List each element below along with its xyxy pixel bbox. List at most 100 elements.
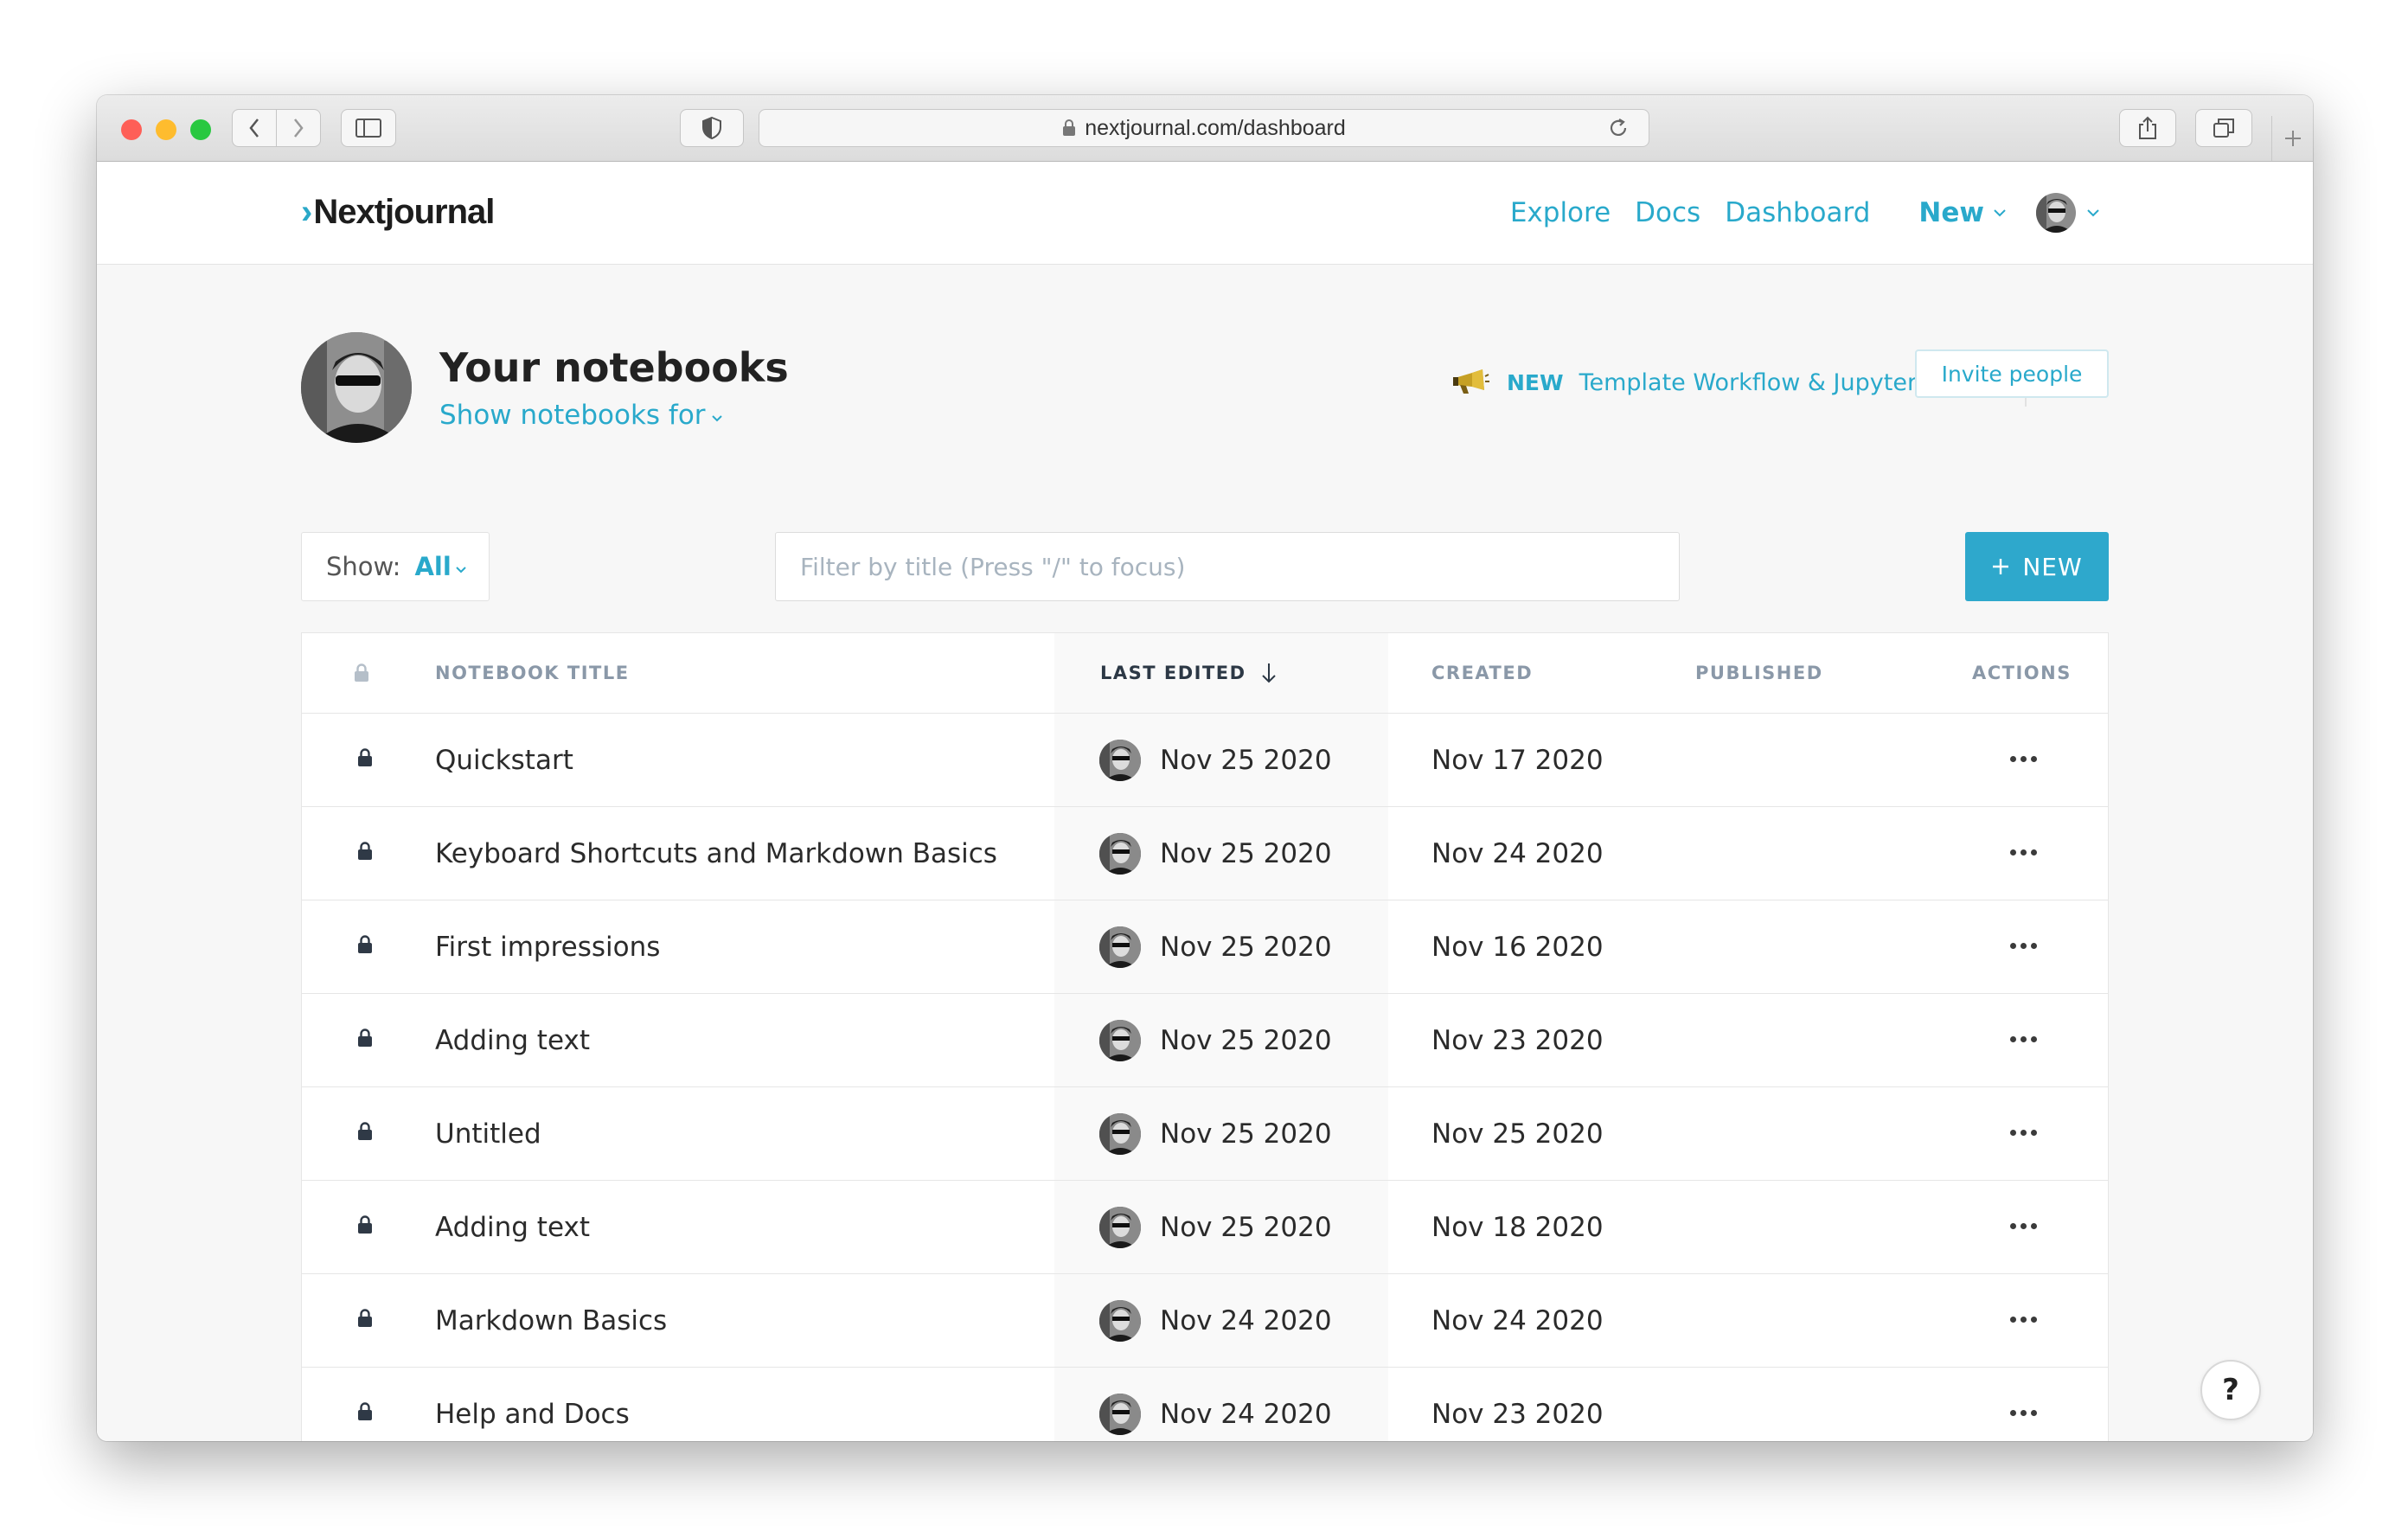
notebook-title[interactable]: Markdown Basics — [435, 1274, 667, 1367]
table-row[interactable]: Quickstart Nov 25 2020 Nov 17 2020 — [302, 714, 2108, 807]
chevron-down-icon — [2087, 209, 2099, 217]
more-actions-icon[interactable] — [2010, 1215, 2037, 1236]
created-date: Nov 23 2020 — [1431, 1024, 1604, 1056]
notebook-title[interactable]: Adding text — [435, 994, 590, 1086]
chevron-left-icon — [249, 119, 259, 138]
sidebar-icon — [355, 119, 381, 138]
url-text: nextjournal.com/dashboard — [1085, 115, 1346, 140]
new-notebook-label: NEW — [2022, 552, 2083, 581]
avatar — [301, 332, 412, 443]
address-bar[interactable]: nextjournal.com/dashboard — [759, 109, 1649, 147]
table-row[interactable]: Help and Docs Nov 24 2020 Nov 23 2020 — [302, 1368, 2108, 1441]
last-edited-date: Nov 25 2020 — [1160, 1211, 1332, 1243]
chevron-right-icon — [294, 119, 304, 138]
lock-icon — [357, 1122, 373, 1144]
new-notebook-button[interactable]: NEW — [1965, 532, 2109, 601]
nav-new-menu[interactable]: New — [1894, 197, 2007, 228]
filter-by-title-input[interactable] — [775, 532, 1680, 601]
table-row[interactable]: First impressions Nov 25 2020 Nov 16 202… — [302, 900, 2108, 994]
column-header-actions: ACTIONS — [1972, 663, 2072, 683]
nav-links: Explore Docs Dashboard New — [1486, 193, 2100, 233]
forward-button[interactable] — [276, 109, 321, 147]
column-header-title[interactable]: NOTEBOOK TITLE — [435, 633, 630, 713]
last-edited-cell: Nov 25 2020 — [1099, 714, 1332, 806]
more-actions-icon[interactable] — [2010, 935, 2037, 956]
announcement-badge: NEW — [1507, 369, 1564, 395]
notebook-title[interactable]: Untitled — [435, 1087, 541, 1180]
nav-new-label: New — [1918, 197, 1984, 228]
lock-icon — [357, 1215, 373, 1238]
page-content: › Nextjournal Explore Docs Dashboard New — [97, 162, 2313, 1441]
last-edited-cell: Nov 25 2020 — [1099, 807, 1332, 900]
close-window-button[interactable] — [121, 119, 142, 140]
avatar — [1099, 1299, 1141, 1342]
back-button[interactable] — [232, 109, 277, 147]
table-row[interactable]: Markdown Basics Nov 24 2020 Nov 24 2020 — [302, 1274, 2108, 1368]
privacy-report-button[interactable] — [680, 109, 744, 147]
notebook-title[interactable]: Keyboard Shortcuts and Markdown Basics — [435, 807, 997, 900]
brand-chevron: › — [301, 193, 312, 231]
last-edited-date: Nov 24 2020 — [1160, 1398, 1332, 1430]
avatar — [1099, 832, 1141, 875]
notebook-title[interactable]: Quickstart — [435, 714, 573, 806]
last-edited-date: Nov 25 2020 — [1160, 931, 1332, 963]
notebook-title[interactable]: First impressions — [435, 900, 660, 993]
more-actions-icon[interactable] — [2010, 1029, 2037, 1049]
plus-icon — [2285, 131, 2301, 146]
table-row[interactable]: Keyboard Shortcuts and Markdown Basics N… — [302, 807, 2108, 900]
minimize-window-button[interactable] — [156, 119, 176, 140]
table-row[interactable]: Untitled Nov 25 2020 Nov 25 2020 — [302, 1087, 2108, 1181]
lock-icon — [357, 935, 373, 958]
more-actions-icon[interactable] — [2010, 1402, 2037, 1423]
table-row[interactable]: Adding text Nov 25 2020 Nov 23 2020 — [302, 994, 2108, 1087]
table-header: NOTEBOOK TITLE LAST EDITED CREATED PUBLI… — [302, 633, 2108, 714]
new-tab-button[interactable] — [2271, 116, 2313, 161]
shield-icon — [702, 117, 721, 139]
show-value: All — [414, 552, 452, 581]
chevron-down-icon — [1994, 209, 2006, 217]
more-actions-icon[interactable] — [2010, 1309, 2037, 1330]
reload-icon[interactable] — [1607, 117, 1630, 139]
more-actions-icon[interactable] — [2010, 748, 2037, 769]
nav-link-docs[interactable]: Docs — [1635, 197, 1700, 228]
column-header-last-edited[interactable]: LAST EDITED — [1100, 633, 1278, 713]
share-button[interactable] — [2119, 109, 2176, 147]
nav-link-dashboard[interactable]: Dashboard — [1725, 197, 1870, 228]
last-edited-cell: Nov 25 2020 — [1099, 900, 1332, 993]
brand-logo[interactable]: › Nextjournal — [301, 193, 495, 232]
notebook-toolbar: Show: All NEW — [301, 532, 2109, 601]
more-actions-icon[interactable] — [2010, 842, 2037, 862]
last-edited-cell: Nov 25 2020 — [1099, 1087, 1332, 1180]
user-menu[interactable] — [2036, 193, 2100, 233]
avatar — [1099, 926, 1141, 968]
avatar — [2036, 193, 2076, 233]
tabs-overview-button[interactable] — [2195, 109, 2252, 147]
last-edited-cell: Nov 24 2020 — [1099, 1274, 1332, 1367]
avatar — [1099, 1393, 1141, 1435]
lock-icon — [357, 1402, 373, 1425]
notebook-title[interactable]: Help and Docs — [435, 1368, 630, 1441]
browser-window: nextjournal.com/dashboard › Nextjournal … — [97, 95, 2313, 1441]
lock-icon — [355, 663, 368, 682]
invite-people-button[interactable]: Invite people — [1915, 349, 2109, 398]
megaphone-icon — [1453, 369, 1489, 394]
zoom-window-button[interactable] — [190, 119, 211, 140]
more-actions-icon[interactable] — [2010, 1122, 2037, 1143]
column-header-created[interactable]: CREATED — [1431, 633, 1533, 713]
show-label: Show: — [326, 552, 401, 581]
column-header-published[interactable]: PUBLISHED — [1695, 633, 1823, 713]
notebook-title[interactable]: Adding text — [435, 1181, 590, 1273]
show-filter-dropdown[interactable]: Show: All — [301, 532, 490, 601]
brand-name: Nextjournal — [313, 193, 495, 231]
chevron-down-icon — [456, 566, 466, 573]
table-row[interactable]: Adding text Nov 25 2020 Nov 18 2020 — [302, 1181, 2108, 1274]
created-date: Nov 18 2020 — [1431, 1211, 1604, 1243]
sidebar-toggle-button[interactable] — [341, 109, 396, 147]
nav-link-explore[interactable]: Explore — [1510, 197, 1611, 228]
last-edited-date: Nov 24 2020 — [1160, 1304, 1332, 1336]
chevron-down-icon — [711, 414, 722, 421]
show-notebooks-for-dropdown[interactable]: Show notebooks for — [439, 400, 723, 431]
help-button[interactable]: ? — [2200, 1360, 2261, 1420]
lock-icon — [357, 1029, 373, 1051]
last-edited-cell: Nov 25 2020 — [1099, 994, 1332, 1086]
